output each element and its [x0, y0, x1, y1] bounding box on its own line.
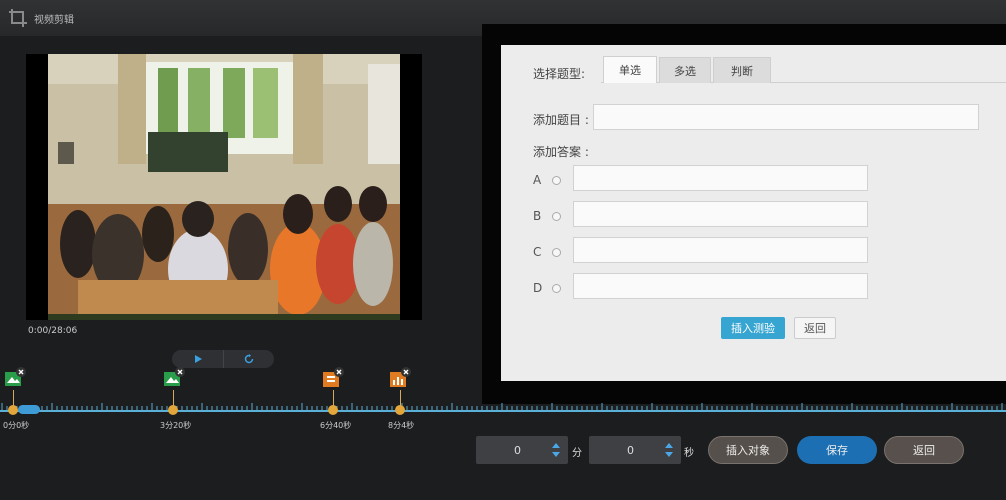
play-icon [194, 355, 202, 363]
timeline-track[interactable] [0, 402, 1006, 416]
option-d-radio[interactable] [552, 284, 561, 293]
refresh-icon [244, 354, 253, 364]
marker-time: 8分4秒 [388, 421, 415, 430]
quiz-return-button[interactable]: 返回 [794, 317, 836, 339]
marker-image-icon[interactable] [4, 366, 28, 390]
option-a-letter: A [533, 173, 542, 187]
marker-time: 3分20秒 [160, 421, 192, 430]
option-c-radio[interactable] [552, 248, 561, 257]
marker-dot[interactable] [168, 405, 178, 415]
marker-dot[interactable] [8, 405, 18, 415]
insert-quiz-button[interactable]: 插入测验 [721, 317, 785, 339]
video-player[interactable] [26, 54, 422, 320]
back-button[interactable]: 返回 [884, 436, 964, 464]
video-timecode: 0:00/28:06 [28, 326, 78, 336]
marker-time: 6分40秒 [320, 421, 352, 430]
option-d-letter: D [533, 281, 543, 295]
crop-icon [9, 9, 27, 27]
timeline-scrubber[interactable] [18, 405, 40, 414]
tab-multiple-choice[interactable]: 多选 [659, 57, 711, 83]
tab-true-false[interactable]: 判断 [713, 57, 771, 83]
seconds-value: 0 [627, 444, 634, 457]
spinner-icon[interactable] [550, 440, 562, 460]
marker-dot[interactable] [328, 405, 338, 415]
option-b-radio[interactable] [552, 212, 561, 221]
marker-dot[interactable] [395, 405, 405, 415]
minutes-value: 0 [514, 444, 521, 457]
quiz-panel: 选择题型: 单选 多选 判断 添加题目 : 添加答案 : A B C D 插入测… [501, 45, 1006, 381]
marker-time: 0分0秒 [3, 421, 30, 430]
marker-image-icon[interactable] [163, 366, 187, 390]
option-b-input[interactable] [573, 201, 868, 227]
option-b-letter: B [533, 209, 542, 223]
seconds-unit: 秒 [684, 448, 694, 459]
insert-object-button[interactable]: 插入对象 [708, 436, 788, 464]
tab-single-choice[interactable]: 单选 [603, 56, 657, 83]
minutes-unit: 分 [572, 448, 582, 459]
option-a-radio[interactable] [552, 176, 561, 185]
playback-controls [172, 350, 274, 368]
question-type-label: 选择题型: [533, 67, 586, 81]
video-frame [48, 54, 400, 320]
timeline-ticks [1, 403, 1003, 410]
seconds-input[interactable]: 0 [589, 436, 681, 464]
option-d-input[interactable] [573, 273, 868, 299]
replay-button[interactable] [223, 350, 274, 368]
add-answer-label: 添加答案 : [533, 145, 589, 159]
save-button[interactable]: 保存 [797, 436, 877, 464]
option-a-input[interactable] [573, 165, 868, 191]
window-title: 视频剪辑 [34, 15, 74, 26]
add-question-label: 添加题目 : [533, 113, 589, 127]
option-c-input[interactable] [573, 237, 868, 263]
marker-chart-icon[interactable] [389, 366, 413, 390]
marker-document-icon[interactable] [322, 366, 346, 390]
minutes-input[interactable]: 0 [476, 436, 568, 464]
option-c-letter: C [533, 245, 542, 259]
spinner-icon[interactable] [663, 440, 675, 460]
question-input[interactable] [593, 104, 979, 130]
